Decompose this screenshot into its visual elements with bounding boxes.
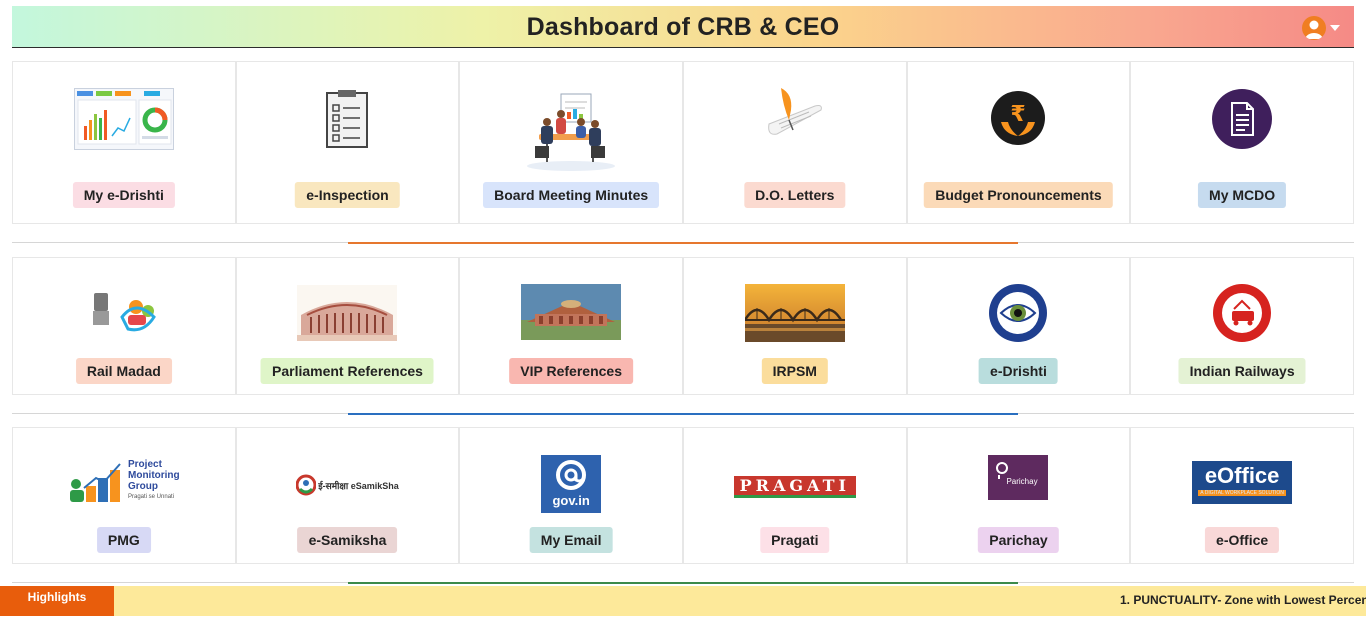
building-photo-icon: [460, 284, 682, 340]
railway-eye-logo-icon: [908, 282, 1130, 344]
tile-row-1: My e-Drishti e-Inspection Board Meeting …: [12, 61, 1354, 224]
highlights-label: Highlights: [0, 586, 114, 616]
pragati-logo-text: PRAGATI: [733, 476, 856, 498]
tile-label: e-Samiksha: [297, 527, 398, 553]
meeting-icon: [460, 92, 682, 172]
tile-label: Rail Madad: [75, 358, 172, 384]
tile-label: Pragati: [760, 527, 830, 553]
tile-label: e-Drishti: [979, 358, 1058, 384]
esamiksha-logo-icon: ई-समीक्षा eSamikSha: [237, 470, 459, 500]
rail-madad-logo-icon: [13, 288, 235, 336]
tile-label: D.O. Letters: [744, 182, 846, 208]
tile-board-meeting-minutes[interactable]: Board Meeting Minutes: [459, 61, 683, 224]
tile-indian-railways[interactable]: Indian Railways: [1130, 257, 1354, 395]
highlights-ticker[interactable]: 1. PUNCTUALITY- Zone with Lowest Percent…: [1120, 593, 1366, 607]
pragati-logo-icon: PRAGATI: [684, 472, 906, 502]
tile-label: e-Office: [1205, 527, 1280, 553]
tile-e-samiksha[interactable]: ई-समीक्षा eSamikSha e-Samiksha: [235, 427, 460, 564]
esamiksha-logo-text: ई-समीक्षा eSamikSha: [318, 480, 399, 491]
tile-e-inspection[interactable]: e-Inspection: [235, 61, 460, 224]
dashboard-chart-icon: [13, 88, 235, 150]
email-logo-text: gov.in: [552, 493, 590, 508]
section-divider: [12, 242, 1354, 244]
tile-label: Board Meeting Minutes: [483, 182, 660, 208]
tile-label: My Email: [529, 527, 613, 553]
tile-label: Budget Pronouncements: [924, 182, 1113, 208]
tile-do-letters[interactable]: D.O. Letters: [682, 61, 907, 224]
dashboard-header: Dashboard of CRB & CEO: [12, 6, 1354, 48]
tile-label: My e-Drishti: [72, 182, 175, 208]
quill-scroll-icon: [684, 86, 906, 142]
tile-label: IRPSM: [761, 358, 828, 384]
tile-parichay[interactable]: Parichay Parichay: [906, 427, 1131, 564]
tile-my-email[interactable]: gov.in My Email: [459, 427, 683, 564]
tile-label: e-Inspection: [295, 182, 400, 208]
rupee-hands-icon: ₹: [908, 89, 1130, 147]
pmg-logo-icon: Project Monitoring Group Pragati se Unna…: [13, 458, 235, 504]
user-menu-button[interactable]: [1302, 16, 1342, 42]
parliament-icon: [237, 284, 459, 342]
tile-vip-references[interactable]: VIP References: [459, 257, 683, 395]
pmg-tagline: Pragati se Unnati: [128, 494, 175, 500]
page-title: Dashboard of CRB & CEO: [526, 13, 840, 41]
clipboard-checklist-icon: [237, 88, 459, 150]
tile-budget-pronouncements[interactable]: ₹ Budget Pronouncements: [906, 61, 1131, 224]
eoffice-logo-subtext: A DIGITAL WORKPLACE SOLUTION: [1198, 489, 1287, 496]
user-avatar-icon: [1302, 16, 1326, 40]
gov-email-icon: gov.in: [460, 454, 682, 514]
divider-accent: [348, 242, 1018, 244]
tile-label: VIP References: [509, 358, 633, 384]
tile-parliament-references[interactable]: Parliament References: [235, 257, 460, 395]
tile-pragati[interactable]: PRAGATI Pragati: [682, 427, 907, 564]
bridge-photo-icon: [684, 284, 906, 342]
divider-accent: [348, 413, 1018, 415]
pmg-logo-text: Project: [128, 459, 162, 470]
tile-row-2: Rail Madad Parliament References VIP Ref…: [12, 257, 1354, 395]
tile-my-mcdo[interactable]: My MCDO: [1130, 61, 1354, 224]
tile-e-office[interactable]: eOffice A DIGITAL WORKPLACE SOLUTION e-O…: [1130, 427, 1354, 564]
tile-label: Parichay: [978, 527, 1059, 553]
divider-accent: [348, 582, 1018, 584]
eoffice-logo-text: eOffice: [1204, 462, 1280, 488]
eoffice-logo-icon: eOffice A DIGITAL WORKPLACE SOLUTION: [1131, 460, 1353, 504]
tile-row-3: Project Monitoring Group Pragati se Unna…: [12, 427, 1354, 564]
tile-my-e-drishti[interactable]: My e-Drishti: [12, 61, 236, 224]
document-icon: [1131, 88, 1353, 150]
chevron-down-icon: [1330, 25, 1340, 31]
tile-label: PMG: [96, 527, 151, 553]
tile-irpsm[interactable]: IRPSM: [682, 257, 907, 395]
parichay-logo-text: Parichay: [1006, 476, 1038, 486]
highlights-bar: Highlights 1. PUNCTUALITY- Zone with Low…: [0, 586, 1366, 616]
tile-rail-madad[interactable]: Rail Madad: [12, 257, 236, 395]
pmg-logo-text: Monitoring: [128, 470, 180, 481]
svg-text:₹: ₹: [1011, 102, 1026, 127]
tile-label: Parliament References: [261, 358, 434, 384]
tile-pmg[interactable]: Project Monitoring Group Pragati se Unna…: [12, 427, 236, 564]
pmg-logo-text: Group: [128, 481, 158, 492]
tile-e-drishti[interactable]: e-Drishti: [906, 257, 1131, 395]
tile-label: My MCDO: [1198, 182, 1287, 208]
section-divider: [12, 582, 1354, 584]
section-divider: [12, 413, 1354, 415]
indian-railways-logo-icon: [1131, 282, 1353, 344]
tile-label: Indian Railways: [1178, 358, 1306, 384]
parichay-logo-icon: Parichay: [908, 454, 1130, 500]
